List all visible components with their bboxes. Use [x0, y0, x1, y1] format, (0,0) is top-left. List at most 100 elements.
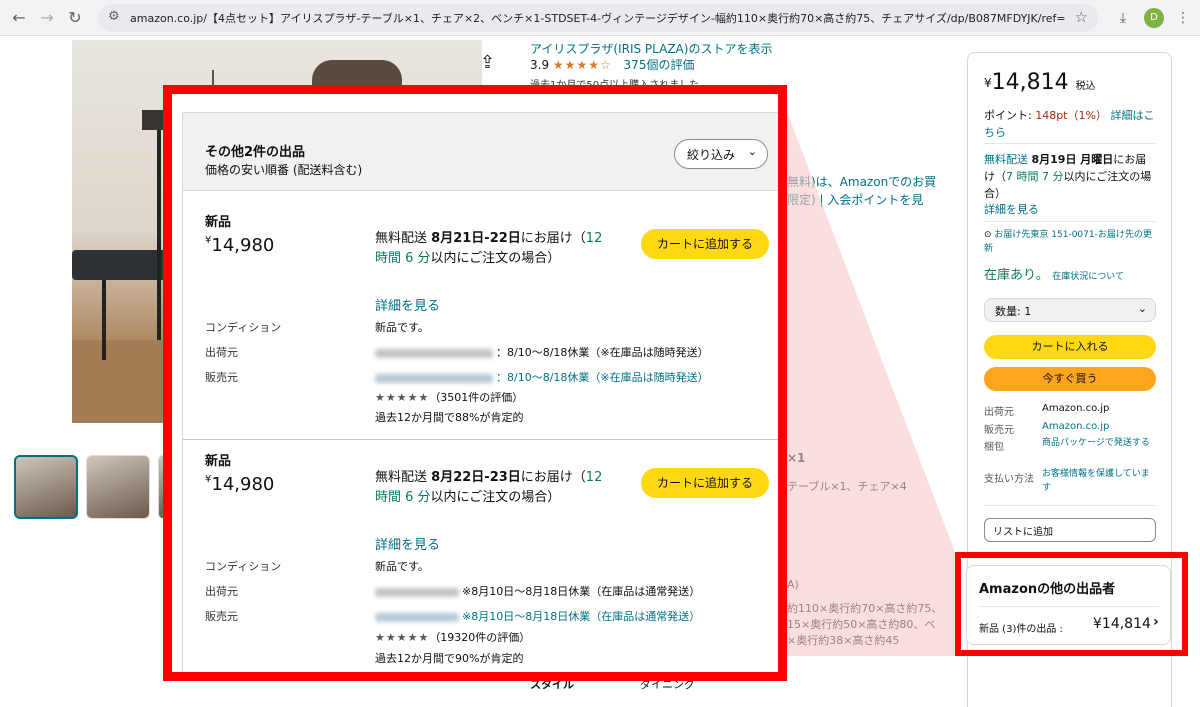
address-bar[interactable]: ⚙ amazon.co.jp/【4点セット】アイリスプラザ-テーブル×1、チェア…	[98, 4, 1098, 32]
offer-details-link[interactable]: 詳細を見る	[375, 534, 440, 553]
offer-delivery: 無料配送 8月22日-23日にお届け（12 時間 6 分以内にご注文の場合）	[375, 468, 605, 508]
condition-label: コンディション	[205, 321, 282, 334]
seller-label: 販売元	[984, 425, 1014, 436]
offer-price: ¥14,980	[205, 474, 274, 495]
store-link[interactable]: アイリスプラザ(IRIS PLAZA)のストアを表示	[530, 40, 772, 57]
quantity-value: 数量: 1	[995, 305, 1032, 318]
offers-panel-highlight: その他2件の出品 価格の安い順番 (配送料含む) 絞り込み ⌄ 新品 ¥14,9…	[163, 85, 787, 681]
location-pin-icon: ⊙	[984, 230, 992, 240]
other-sellers-title: Amazonの他の出品者	[979, 582, 1116, 597]
ship-from-label: 出荷元	[984, 407, 1014, 418]
rating-stars: ★★★★★	[375, 391, 430, 404]
stock-status: 在庫あり。	[984, 268, 1049, 283]
image-bench-leg	[102, 280, 106, 360]
delivery-tail: 以内にご注文の場合）	[430, 490, 561, 505]
seller-text[interactable]: ：8/10～8/18休業（※在庫品は随時発送）	[496, 371, 709, 384]
stock-line: 在庫あり。 在庫状況について	[984, 267, 1124, 286]
other-sellers-box[interactable]: Amazonの他の出品者 新品 (3)件の出品 : ¥14,814 ›	[966, 565, 1171, 645]
reload-icon[interactable]: ↻	[64, 7, 86, 29]
filter-button[interactable]: 絞り込み ⌄	[674, 139, 768, 169]
profile-avatar[interactable]: D	[1144, 8, 1164, 28]
redacted-name	[375, 348, 493, 358]
divider	[979, 606, 1159, 607]
delivery-timer: 7 時間 7 分	[1006, 170, 1064, 183]
ship-from-value: Amazon.co.jp	[1042, 403, 1110, 414]
buy-now-button[interactable]: 今すぐ買う	[984, 367, 1156, 391]
rating-count: （19320件の評価）	[429, 631, 531, 644]
points-value: 148pt（1%）	[1035, 109, 1107, 122]
offers-panel-title: その他2件の出品	[205, 145, 306, 160]
packaging-link[interactable]: 商品パッケージで発送する	[1042, 436, 1157, 450]
offer-item: 新品 ¥14,980 無料配送 8月22日-23日にお届け（12 時間 6 分以…	[183, 430, 778, 668]
divider	[984, 221, 1156, 222]
offer-delivery: 無料配送 8月21日-22日にお届け（12 時間 6 分以内にご注文の場合）	[375, 229, 605, 269]
browser-toolbar: ← → ↻ ⚙ amazon.co.jp/【4点セット】アイリスプラザ-テーブル…	[0, 0, 1200, 36]
offers-panel-subtitle: 価格の安い順番 (配送料含む)	[205, 163, 363, 177]
payment-label: 支払い方法	[984, 474, 1034, 485]
seller-rating: ★★★★★（19320件の評価）	[375, 629, 530, 645]
condition-label: コンディション	[205, 560, 282, 573]
bg-snippet: ×奥行約38×高さ約45	[787, 634, 900, 647]
price-value: 14,980	[211, 474, 275, 495]
delivery-suffix: にお届け（	[520, 231, 586, 246]
rating-value: 3.9	[530, 58, 550, 72]
ship-from-value: ：8/10～8/18休業（※在庫品は随時発送）	[375, 344, 709, 360]
packaging-label: 梱包	[984, 442, 1004, 453]
offer-add-to-cart-button[interactable]: カートに追加する	[641, 468, 769, 498]
seller-link[interactable]: Amazon.co.jp	[1042, 420, 1157, 434]
location-text[interactable]: お届け先東京 151-0071-お届け先の更新	[984, 230, 1152, 254]
points-label: ポイント:	[984, 109, 1036, 122]
redacted-name	[375, 612, 459, 622]
seller-link[interactable]: ※8月10日～8月18日休業（在庫品は通常発送）	[375, 608, 700, 624]
share-icon[interactable]: ⇪	[480, 52, 495, 73]
ship-from-label: 出荷元	[205, 585, 238, 598]
forward-arrow-icon[interactable]: →	[36, 7, 58, 29]
redacted-name	[375, 373, 493, 383]
other-sellers-count[interactable]: 新品 (3)件の出品 :	[979, 620, 1063, 635]
url-text[interactable]: amazon.co.jp/【4点セット】アイリスプラザ-テーブル×1、チェア×2…	[130, 10, 1065, 26]
back-arrow-icon[interactable]: ←	[8, 7, 30, 29]
bg-snippet[interactable]: 無料)は、Amazonでのお買	[787, 173, 936, 190]
offer-condition: 新品	[205, 454, 232, 469]
free-delivery-link[interactable]: 無料配送	[984, 153, 1028, 166]
ship-from-label: 出荷元	[205, 346, 238, 359]
seller-rating: ★★★★★（3501件の評価）	[375, 389, 523, 405]
chevron-down-icon: ⌄	[747, 145, 757, 158]
stock-info-link[interactable]: 在庫状況について	[1052, 272, 1124, 282]
rating-count-link[interactable]: 375個の評価	[624, 58, 695, 72]
quantity-select[interactable]: 数量: 1 ⌄	[984, 298, 1156, 322]
bg-snippet: テーブル×1、チェア×4	[787, 480, 907, 493]
filter-label: 絞り込み	[687, 148, 736, 162]
menu-kebab-icon[interactable]: ⋮	[1172, 7, 1194, 29]
seller-positive-rate: 過去12か月間で90%が肯定的	[375, 652, 524, 665]
bg-snippet[interactable]: 限定) | 入会ポイントを見	[787, 191, 923, 208]
free-delivery: 無料配送	[375, 231, 428, 246]
offer-details-link[interactable]: 詳細を見る	[375, 295, 440, 314]
tax-label: 税込	[1075, 81, 1096, 92]
bg-snippet: 約110×奥行約70×高さ約75、	[787, 602, 943, 615]
seller-label: 販売元	[205, 371, 238, 384]
seller-text[interactable]: ※8月10日～8月18日休業（在庫品は通常発送）	[462, 610, 700, 623]
rating-stars: ★★★★★	[375, 631, 430, 644]
location-line[interactable]: ⊙ お届け先東京 151-0071-お届け先の更新	[984, 228, 1156, 256]
thumbnail-2[interactable]	[86, 455, 150, 519]
add-to-list-button[interactable]: リストに追加	[984, 518, 1156, 542]
payment-link[interactable]: お客様情報を保護しています	[1042, 467, 1157, 495]
thumbnail-1[interactable]	[14, 455, 78, 519]
delivery-date: 8月21日-22日	[431, 231, 521, 246]
seller-link[interactable]: ：8/10～8/18休業（※在庫品は随時発送）	[375, 369, 709, 385]
bookmark-star-icon[interactable]: ☆	[1075, 8, 1088, 26]
rating-stars[interactable]: ★★★★☆	[553, 58, 612, 72]
download-icon[interactable]: ⤓	[1112, 7, 1134, 29]
ship-from-value: ※8月10日～8月18日休業（在庫品は通常発送）	[375, 583, 700, 599]
offer-add-to-cart-button[interactable]: カートに追加する	[641, 229, 769, 259]
bg-snippet: A)	[787, 578, 799, 591]
site-info-icon[interactable]: ⚙	[108, 9, 120, 24]
chevron-right-icon[interactable]: ›	[1153, 614, 1159, 630]
delivery-details-link[interactable]: 詳細を見る	[984, 201, 1039, 218]
add-to-cart-button[interactable]: カートに入れる	[984, 335, 1156, 359]
delivery-tail: 以内にご注文の場合）	[430, 251, 561, 266]
buybox-price: ¥14,814 税込	[984, 69, 1096, 101]
offers-panel: その他2件の出品 価格の安い順番 (配送料含む) 絞り込み ⌄ 新品 ¥14,9…	[182, 112, 778, 672]
offer-condition: 新品	[205, 215, 232, 230]
